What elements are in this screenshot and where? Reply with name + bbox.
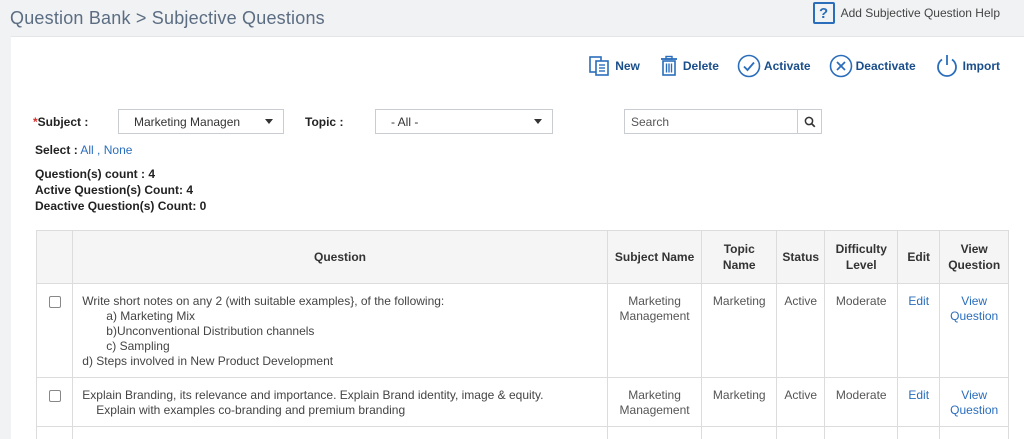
question-line: c) Sampling [106,339,170,353]
table-row: Explain Branding, its relevance and impo… [35,377,1009,427]
question-line: Explain Branding, its relevance and impo… [82,388,544,402]
question-line: Write short notes on any 2 (with suitabl… [82,294,445,308]
table-header-row: Question Subject Name Topic Name Status … [35,230,1009,284]
select-links: Select : All , None [35,143,132,157]
trash-icon [660,55,677,76]
search-input[interactable] [625,110,795,133]
question-cell: Write short notes on any 2 (with suitabl… [72,283,608,378]
edit-cell: Edit [897,283,941,378]
question-line: d) Steps involved in New Product Develop… [82,354,334,368]
new-label[interactable]: New [615,59,640,73]
difficulty-cell: Moderate [824,377,899,427]
difficulty-column-header: Difficulty Level [824,230,899,284]
question-column-header: Question [72,230,608,284]
deactivate-label[interactable]: Deactivate [856,59,916,73]
chevron-down-icon [265,119,273,124]
view-cell [939,426,1009,439]
select-label: Select : [35,143,78,157]
activate-button[interactable]: Activate [737,54,811,78]
view-cell: View Question [939,377,1009,427]
select-none-link[interactable]: None [104,143,133,157]
row-select-cell [35,426,74,439]
question-line: Explain with examples co-branding and pr… [96,403,406,417]
question-count: Question(s) count : 4 [35,167,155,181]
help-icon[interactable]: ? [812,2,835,24]
topic-name-column-header: Topic Name [701,230,778,284]
toolbar: New Delete Activate Deactivate Import [570,53,1000,79]
view-cell: View Question [939,283,1009,378]
subject-label-text: Subject : [37,115,89,129]
question-counts: Question(s) count : 4 Active Question(s)… [35,166,206,214]
table-row: Write short notes on any 2 (with suitabl… [35,283,1009,378]
page-title: Question Bank > Subjective Questions [10,8,325,28]
subject-select-value: Marketing Managen [134,115,241,129]
question-cell: Explain Branding, its relevance and impo… [72,377,608,427]
view-question-link[interactable]: View Question [950,294,998,323]
subject-name-cell: Marketing Management [606,283,703,378]
status-cell: Active [776,377,826,427]
status-column-header: Status [776,230,826,284]
status-cell [776,426,826,439]
check-circle-icon [737,54,761,78]
chevron-down-icon [534,119,542,124]
status-cell: Active [776,283,826,378]
topic-name-cell: Marketing [701,377,778,427]
row-checkbox[interactable] [48,296,61,308]
main-panel: New Delete Activate Deactivate Import *S… [11,36,1024,439]
delete-label[interactable]: Delete [683,59,719,73]
import-label[interactable]: Import [963,59,1000,73]
power-icon [936,55,957,77]
cross-circle-icon [829,54,852,78]
question-line: b)Unconventional Distribution channels [106,324,315,338]
delete-button[interactable]: Delete [658,55,719,77]
deactive-count: Deactive Question(s) Count: 0 [35,199,207,213]
new-button[interactable]: New [588,55,640,77]
subject-select[interactable]: Marketing Managen [118,109,284,134]
subject-name-cell [606,426,703,439]
new-document-icon [589,56,610,76]
select-separator: , [97,143,101,157]
topic-name-cell [701,426,778,439]
search-icon [804,116,815,127]
topic-label: Topic : [305,115,344,129]
search-button[interactable] [797,110,821,133]
view-column-header: View Question [939,230,1009,284]
edit-column-header: Edit [897,230,941,284]
edit-link[interactable]: Edit [908,294,929,308]
difficulty-cell [824,426,899,439]
import-button[interactable]: Import [934,53,1000,79]
subject-label: *Subject : [33,115,88,129]
select-column-header [35,230,74,284]
active-count: Active Question(s) Count: 4 [35,183,194,197]
table-row [35,426,1009,439]
edit-link[interactable]: Edit [908,388,929,402]
activate-label[interactable]: Activate [764,59,811,73]
row-select-cell [35,377,74,427]
difficulty-cell: Moderate [824,283,899,378]
help-link[interactable]: ? Add Subjective Question Help [812,2,1000,24]
edit-cell: Edit [897,377,941,427]
subject-name-cell: Marketing Management [606,377,703,427]
deactivate-button[interactable]: Deactivate [829,54,916,78]
question-cell [72,426,608,439]
topic-name-cell: Marketing [701,283,778,378]
topic-select-value: - All - [391,115,419,129]
questions-table: Question Subject Name Topic Name Status … [35,230,1009,439]
top-bar: Question Bank > Subjective Questions ? A… [0,0,1024,36]
edit-cell [897,426,941,439]
filter-bar: *Subject : Marketing Managen Topic : - A… [11,109,1024,139]
view-question-link[interactable]: View Question [950,388,998,417]
topic-select[interactable]: - All - [375,109,553,134]
question-line: a) Marketing Mix [106,309,195,323]
search-box [624,109,822,134]
subject-name-column-header: Subject Name [606,230,703,284]
row-checkbox[interactable] [48,390,61,402]
select-all-link[interactable]: All [80,143,93,157]
row-select-cell [35,283,74,378]
help-label[interactable]: Add Subjective Question Help [841,6,1000,20]
